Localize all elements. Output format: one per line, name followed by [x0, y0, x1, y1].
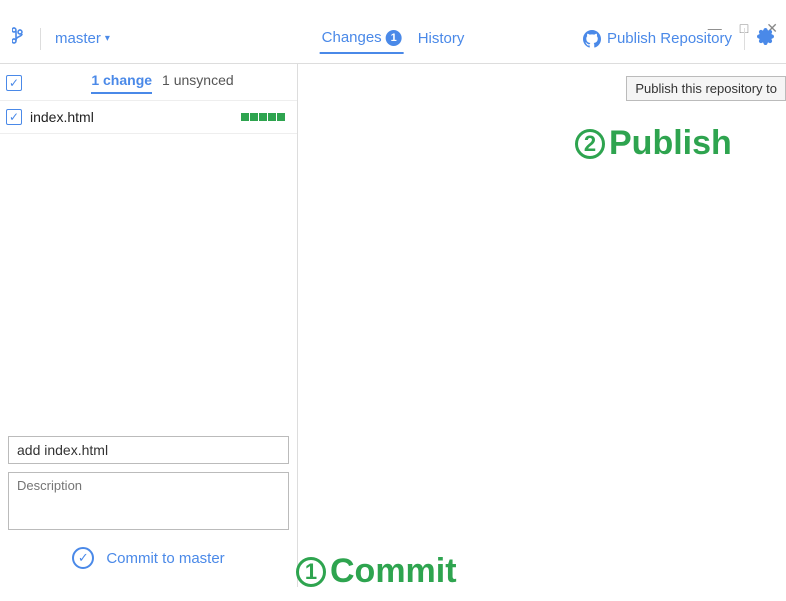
changes-sidebar: ✓ 1 change 1 unsynced ✓ index.html ✓ Com…: [0, 64, 298, 587]
caret-down-icon: ▾: [105, 33, 110, 44]
tab-changes-label: Changes: [322, 29, 382, 46]
summary-text: 1 change 1 unsynced: [91, 72, 233, 94]
tab-history[interactable]: History: [416, 24, 467, 53]
branch-selector[interactable]: master ▾: [12, 27, 110, 50]
tabs: Changes 1 History: [320, 23, 467, 54]
annotation-publish-label: Publish: [609, 124, 732, 163]
check-circle-icon: ✓: [72, 547, 94, 569]
annotation-commit: 1 Commit: [296, 552, 457, 591]
settings-gear-icon[interactable]: [757, 28, 774, 50]
divider: [744, 28, 745, 50]
file-row[interactable]: ✓ index.html: [0, 100, 297, 134]
annotation-publish: 2 Publish: [575, 124, 732, 163]
annotation-commit-label: Commit: [330, 552, 457, 591]
commit-summary-input[interactable]: [8, 436, 289, 464]
tab-changes[interactable]: Changes 1: [320, 23, 404, 54]
branch-name[interactable]: master ▾: [55, 30, 110, 47]
annotation-number-2: 2: [575, 129, 605, 159]
select-all-checkbox[interactable]: ✓: [6, 75, 22, 91]
unsynced-count[interactable]: 1 unsynced: [162, 72, 234, 94]
right-actions: Publish Repository: [583, 28, 774, 50]
file-name: index.html: [30, 109, 233, 125]
publish-label: Publish Repository: [607, 30, 732, 47]
publish-repository-button[interactable]: Publish Repository: [583, 30, 732, 48]
commit-button[interactable]: ✓ Commit to master: [8, 533, 289, 579]
commit-description-input[interactable]: [8, 472, 289, 530]
annotation-number-1: 1: [296, 557, 326, 587]
branch-icon: [12, 27, 26, 50]
divider: [40, 28, 41, 50]
publish-tooltip: Publish this repository to: [626, 76, 786, 101]
tab-history-label: History: [418, 30, 465, 47]
changes-count[interactable]: 1 change: [91, 72, 152, 94]
topbar: master ▾ Changes 1 History Publish Repos…: [0, 14, 786, 64]
diff-additions-indicator: [241, 113, 285, 121]
file-checkbox[interactable]: ✓: [6, 109, 22, 125]
changes-summary: ✓ 1 change 1 unsynced: [0, 64, 297, 100]
changes-count-badge: 1: [386, 30, 402, 46]
commit-button-label: Commit to master: [106, 550, 224, 567]
commit-form: ✓ Commit to master: [0, 428, 297, 587]
branch-name-label: master: [55, 30, 101, 47]
github-icon: [583, 30, 601, 48]
